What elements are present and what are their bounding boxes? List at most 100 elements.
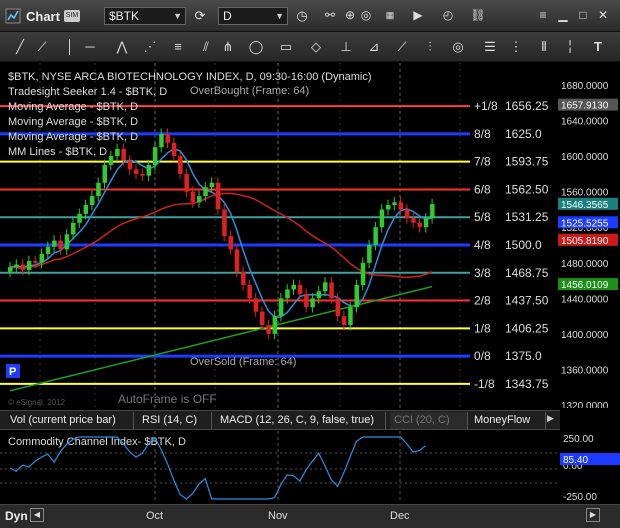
symbol-value: $BTK [109,9,140,23]
chevron-down-icon[interactable]: ▼ [275,8,284,24]
study-tabs: Vol (current price bar) RSI (14, C) MACD… [0,410,560,430]
ellipse-tool-icon[interactable]: ◯ [246,37,266,57]
p-marker-button[interactable]: P [6,364,20,378]
tab-cci[interactable]: CCI (20, C) [390,412,468,429]
drawing-toolbar: ╱ ⟋ │ ─ ⋀ ⋰ ≡ ⫽ ⋔ ◯ ▭ ◇ ⊥ ⊿ ⟋ ⫶ ◎ ☰ ⋮ ⦀ … [0,32,620,62]
candle-body [190,191,196,203]
tab-rsi[interactable]: RSI (14, C) [138,412,212,429]
scroll-right-icon[interactable]: ▶ [586,508,600,522]
candle-body [45,246,51,254]
interval-value: D [223,9,232,23]
horizontal-line-icon[interactable]: ─ [80,37,100,57]
candle-body [215,182,221,210]
link-chain-icon[interactable]: ⛓ [470,7,486,23]
nav-icon[interactable]: ◎ [358,7,374,23]
zoom-icon[interactable]: ⊕ [342,7,358,23]
zigzag-tool-icon[interactable]: ⋀ [112,37,132,57]
candle-body [115,149,120,157]
menu-icon[interactable]: ≡ [535,7,551,23]
refresh-icon[interactable]: ⟳ [190,6,210,26]
mm-level-label: 1/8 [474,321,491,335]
bars-tool-icon[interactable]: ⦀ [534,37,554,57]
clock-icon[interactable]: ◴ [440,7,456,23]
line-tool-icon[interactable]: ╱ [10,37,30,57]
price-badge-label: 1505.8190 [561,236,609,247]
candle-body [178,156,183,174]
mm-level-value: 1593.75 [505,155,549,169]
andrews-icon[interactable]: ⫶ [420,37,440,57]
candle-body [411,218,416,223]
candle-body [373,227,378,245]
fib-tool-icon[interactable]: ≡ [168,37,188,57]
candle-body [278,298,284,317]
eraser-icon[interactable]: ◇ [306,37,326,57]
tab-moneyflow[interactable]: MoneyFlow [470,412,546,429]
rectangle-tool-icon[interactable]: ▭ [276,37,296,57]
fan-tool-icon[interactable]: ⋰ [140,37,160,57]
tab-volume[interactable]: Vol (current price bar) [6,412,134,429]
candle-body [404,209,410,219]
candle-body [304,293,309,308]
candle-body [127,160,133,170]
ray-tool-icon[interactable]: ⟋ [32,37,52,57]
candle-body [398,202,404,210]
candle-body [316,291,322,299]
scroll-left-icon[interactable]: ◀ [30,508,44,522]
copyright-label: © eSignal, 2012 [8,398,66,407]
mm-level-label: 7/8 [474,155,491,169]
mm-level-value: 1375.0 [505,349,542,363]
candle-body [71,222,76,235]
candle-body [386,205,391,210]
grid-tool-icon[interactable]: ☰ [480,37,500,57]
legend-line-4: Moving Average - $BTK, D [8,116,138,128]
cci-panel[interactable]: Commodity Channel Index- $BTK, D 250.00 … [0,431,620,503]
mode-icon[interactable]: ▦ [382,7,398,23]
circles-icon[interactable]: ◎ [448,37,468,57]
mm-level-value: 1531.25 [505,210,549,224]
mm-level-value: 1500.0 [505,238,542,252]
price-badge-label: 1525.5255 [561,218,609,229]
candle-body [367,245,372,263]
link-icon[interactable]: ⚯ [322,7,338,23]
minimize-icon[interactable]: ▁ [555,7,571,23]
channel-tool-icon[interactable]: ⫽ [196,37,216,57]
price-chart[interactable]: +1/8 1656.25 8/8 1625.0 7/8 1593.75 6/8 1562.50… [0,63,620,408]
mm-level-label: 8/8 [474,127,491,141]
vertical-line-icon[interactable]: │ [60,37,80,57]
cci-axis-bot: -250.00 [563,492,597,503]
candle-body [58,240,63,250]
mm-level-label: 2/8 [474,294,491,308]
interval-select[interactable]: D ▼ [218,7,288,25]
gann-tool-icon[interactable]: ⊿ [364,37,384,57]
legend-line-2: Tradesight Seeker 1.4 - $BTK, D [8,86,167,98]
candle-body [83,205,89,214]
candle-body [348,307,353,325]
pitchfork-icon[interactable]: ⋔ [218,37,238,57]
mm-level-label: 5/8 [474,210,491,224]
text-tool-icon[interactable]: T [588,37,608,57]
close-icon[interactable]: ✕ [595,7,611,23]
candle-body [197,196,202,203]
candle-body [165,133,170,143]
legend-line-5: Moving Average - $BTK, D [8,131,138,143]
trendline-icon[interactable]: ⟋ [392,37,412,57]
maximize-icon[interactable]: □ [575,7,591,23]
candle-body [241,271,246,285]
candle-body [146,165,152,176]
price-tick-label: 1480.0000 [561,259,609,270]
play-icon[interactable]: ▶ [410,7,426,23]
price-badge-label: 1546.3565 [561,200,609,211]
history-icon[interactable]: ◷ [292,6,312,26]
cursor-icon[interactable]: ╎ [560,37,580,57]
chevron-down-icon[interactable]: ▼ [173,8,182,24]
symbol-input[interactable]: $BTK ▼ [104,7,186,25]
tabs-scroll-right-icon[interactable]: ▶ [547,413,554,424]
cycle-tool-icon[interactable]: ⊥ [336,37,356,57]
candle-body [392,202,397,205]
tab-macd[interactable]: MACD (12, 26, C, 9, false, true) [216,412,386,429]
candle-body [20,264,26,270]
speed-lines-icon[interactable]: ⋮ [506,37,526,57]
cci-value: 85.40 [563,455,588,466]
mm-level-value: 1437.50 [505,294,549,308]
date-label-nov: Nov [268,510,288,522]
